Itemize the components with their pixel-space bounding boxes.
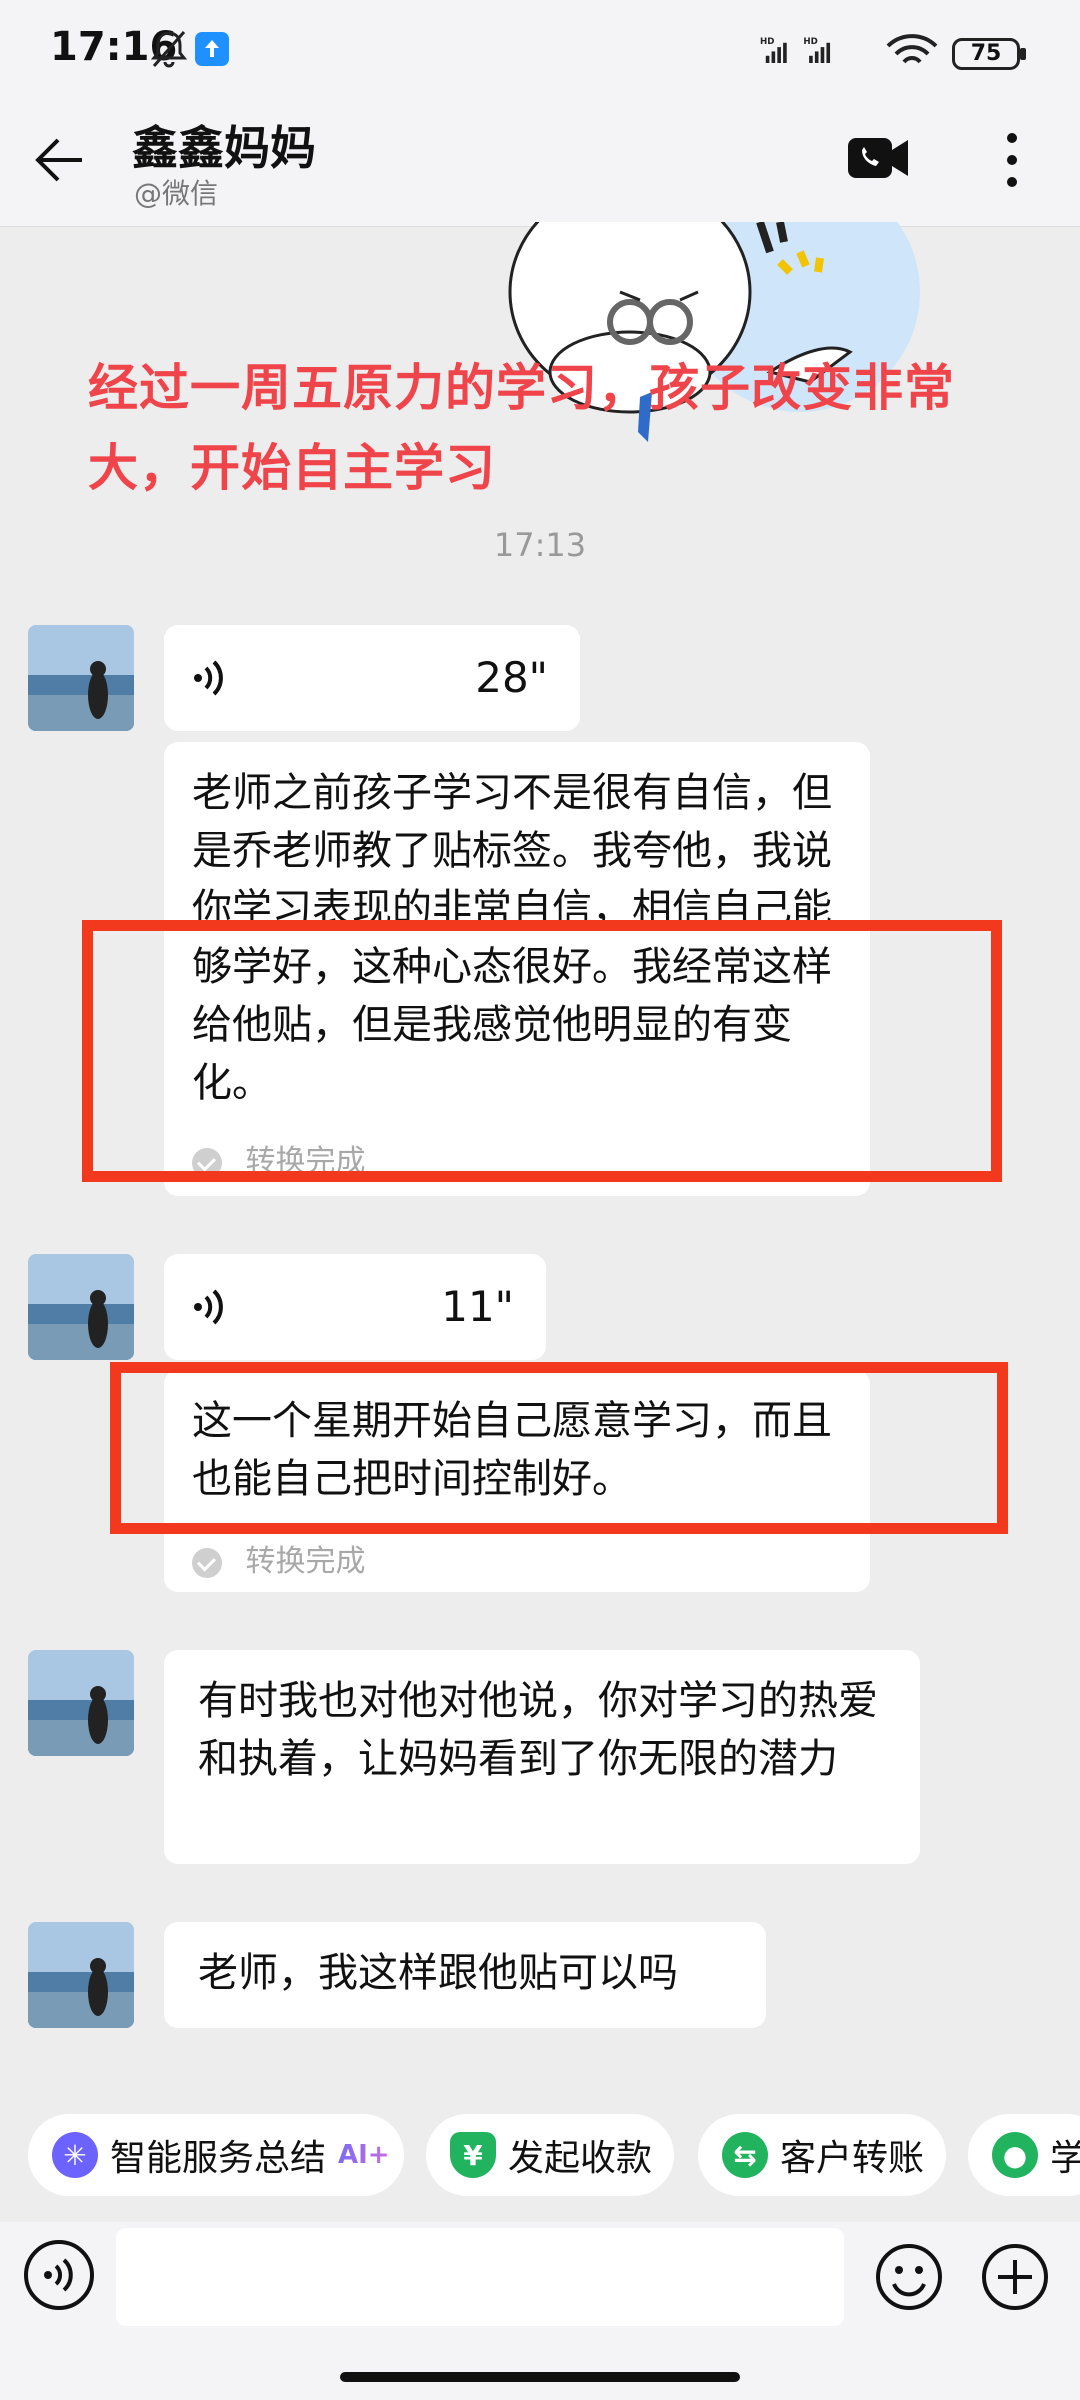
contact-avatar[interactable] [28,625,134,731]
chip-label: 智能服务总结 [110,2138,327,2179]
voice-input-button[interactable] [24,2240,94,2310]
yuan-icon: ¥ [450,2132,496,2178]
emoji-icon[interactable] [874,2242,944,2312]
person-icon: ● [992,2132,1038,2178]
svg-text:HD: HD [760,37,774,47]
sparkle-icon: ✳ [52,2132,98,2178]
chip-customer-transfer[interactable]: ⇆ 客户转账 [698,2114,946,2196]
battery-indicator: 75 [952,38,1020,70]
voice-duration: 11" [441,1282,514,1331]
overlay-caption: 经过一周五原力的学习，孩子改变非常大，开始自主学习 [88,359,955,497]
chat-subtitle: @微信 [134,177,219,210]
highlight-box [110,1362,1008,1534]
voice-icon [44,2258,73,2292]
chip-request-payment[interactable]: ¥ 发起收款 [426,2114,674,2196]
highlight-box [82,920,1002,1182]
check-icon [192,1547,222,1578]
voice-duration: 28" [475,653,548,702]
wifi-icon [886,34,938,64]
contact-avatar[interactable] [28,1650,134,1756]
video-call-icon[interactable] [848,130,910,186]
chat-title: 鑫鑫妈妈 [132,121,316,175]
avatar-image [28,625,134,731]
chip-label: 学 [1050,2138,1080,2179]
text-message-bubble[interactable]: 老师，我这样跟他贴可以吗 [164,1922,766,2028]
transcript-status: 转换完成 [192,1536,366,1580]
chip-more[interactable]: ● 学 [968,2114,1080,2196]
contact-avatar[interactable] [28,1922,134,2028]
transfer-icon: ⇆ [722,2132,768,2178]
chip-label: 发起收款 [508,2138,653,2179]
voice-wave-icon [194,1289,223,1325]
message-timestamp: 17:13 [493,526,587,564]
voice-message-bubble[interactable]: 28" [164,625,580,731]
chip-smart-summary[interactable]: ✳ 智能服务总结 AI+ [28,2114,404,2196]
upload-notification-icon [195,32,229,66]
transcript-status-label: 转换完成 [245,1544,366,1579]
text-message-bubble[interactable]: 有时我也对他对他说，你对学习的热爱和执着，让妈妈看到了你无限的潜力 [164,1650,920,1864]
back-arrow-icon[interactable] [30,130,90,190]
chip-label: 客户转账 [780,2138,925,2179]
home-indicator[interactable] [340,2372,740,2382]
plus-icon[interactable] [980,2242,1050,2312]
voice-wave-icon [194,660,223,696]
more-options-icon[interactable] [1000,128,1024,192]
signal-icon: HD HD [760,37,831,63]
voice-message-bubble[interactable]: 11" [164,1254,546,1360]
avatar-image [28,1922,134,2028]
avatar-image [28,1254,134,1360]
message-input[interactable] [116,2228,844,2326]
avatar-image [28,1650,134,1756]
battery-cap [1020,48,1026,60]
svg-text:HD: HD [803,37,817,47]
contact-avatar[interactable] [28,1254,134,1360]
ai-tag: AI+ [338,2140,390,2170]
bell-muted-icon [150,31,188,68]
